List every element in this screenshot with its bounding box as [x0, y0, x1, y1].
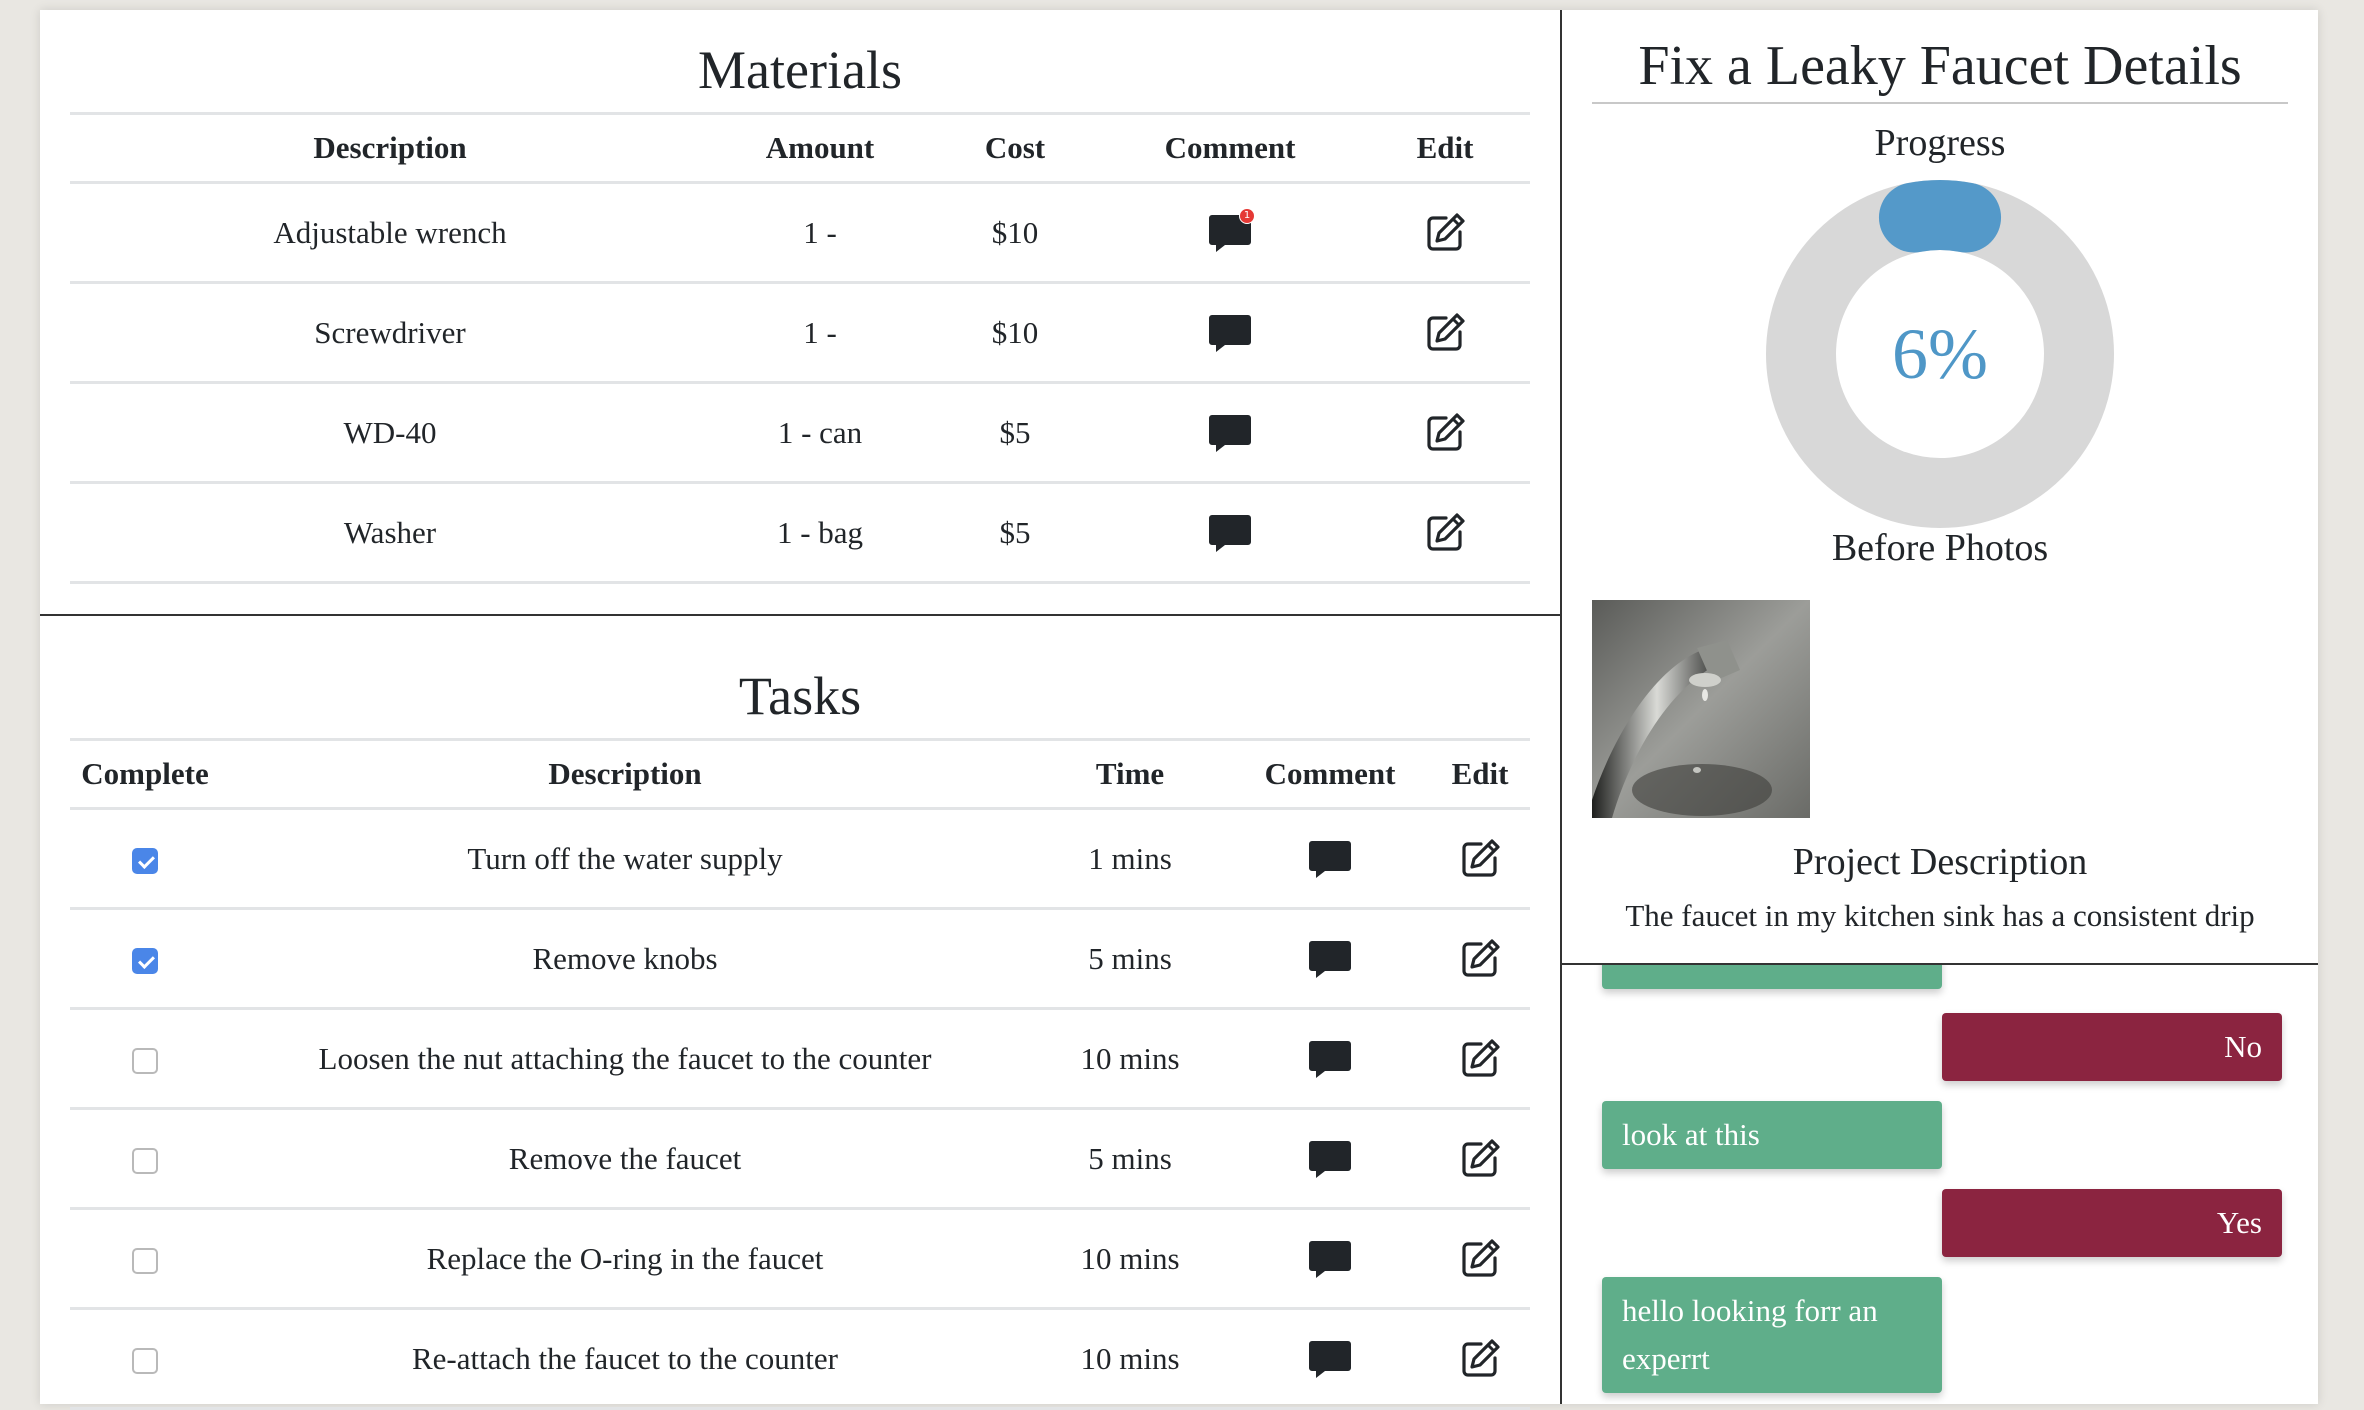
material-cost: $5 [930, 482, 1100, 584]
tasks-header-time: Time [1030, 741, 1230, 810]
edit-icon[interactable] [1424, 312, 1466, 354]
materials-header-description: Description [70, 115, 710, 184]
material-row: WD-40 1 - can $5 [70, 382, 1530, 484]
materials-header-amount: Amount [710, 115, 930, 184]
tasks-title: Tasks [738, 666, 862, 726]
before-photos-heading: Before Photos [1831, 527, 2049, 569]
left-column: Materials Description Amount Cost Commen… [40, 10, 1562, 1410]
tasks-header-description: Description [220, 741, 1030, 810]
task-row: Re-attach the faucet to the counter 10 m… [70, 1308, 1530, 1410]
material-amount: 1 - [710, 182, 930, 284]
material-cost: $10 [930, 182, 1100, 284]
task-description: Turn off the water supply [220, 808, 1030, 910]
task-complete-checkbox[interactable] [132, 1348, 158, 1375]
material-row: Washer 1 - bag $5 [70, 482, 1530, 584]
material-cost: $10 [930, 282, 1100, 384]
task-complete-checkbox[interactable] [132, 1048, 158, 1075]
comment-icon[interactable] [1307, 1136, 1353, 1182]
edit-icon[interactable] [1459, 1138, 1501, 1180]
task-row: Replace the O-ring in the faucet 10 mins [70, 1208, 1530, 1310]
comment-icon[interactable] [1207, 510, 1253, 556]
edit-icon[interactable] [1459, 1038, 1501, 1080]
task-time: 1 mins [1030, 808, 1230, 910]
materials-header-comment: Comment [1100, 115, 1360, 184]
faucet-photo-image [1592, 600, 1810, 818]
task-description: Remove the faucet [220, 1108, 1030, 1210]
project-card: Materials Description Amount Cost Commen… [40, 10, 2318, 1410]
tasks-header-complete: Complete [70, 741, 220, 810]
chat-messages-panel[interactable]: No look at this Yes hello looking forr a… [1562, 963, 2318, 1406]
tasks-header-comment: Comment [1230, 741, 1430, 810]
task-time: 5 mins [1030, 908, 1230, 1010]
materials-title: Materials [698, 40, 902, 100]
chat-message: No [1942, 1013, 2282, 1081]
task-time: 10 mins [1030, 1008, 1230, 1110]
before-photo-thumbnail[interactable] [1592, 600, 1810, 818]
task-description: Re-attach the faucet to the counter [220, 1308, 1030, 1410]
task-row: Loosen the nut attaching the faucet to t… [70, 1008, 1530, 1110]
task-time: 5 mins [1030, 1108, 1230, 1210]
material-row: Adjustable wrench 1 - $10 1 [70, 182, 1530, 284]
comment-icon[interactable] [1307, 836, 1353, 882]
project-details-title: Fix a Leaky Faucet Details [1638, 35, 2242, 97]
task-row: Remove knobs 5 mins [70, 908, 1530, 1010]
comment-icon[interactable] [1207, 310, 1253, 356]
task-time: 10 mins [1030, 1308, 1230, 1410]
tasks-table: Complete Description Time Comment Edit T… [70, 741, 1530, 1410]
comment-icon[interactable] [1207, 410, 1253, 456]
material-amount: 1 - bag [710, 482, 930, 584]
edit-icon[interactable] [1424, 412, 1466, 454]
comment-icon[interactable] [1307, 1236, 1353, 1282]
material-amount: 1 - can [710, 382, 930, 484]
tasks-header-row: Complete Description Time Comment Edit [70, 741, 1530, 810]
task-description: Replace the O-ring in the faucet [220, 1208, 1030, 1310]
chat-message: Yes [1942, 1189, 2282, 1257]
details-column: Fix a Leaky Faucet Details Progress 6% B… [1562, 10, 2318, 1404]
chat-message: hello looking forr an experrt [1602, 1277, 1942, 1393]
task-complete-checkbox[interactable] [132, 848, 158, 875]
material-amount: 1 - [710, 282, 930, 384]
materials-header-row: Description Amount Cost Comment Edit [70, 115, 1530, 184]
task-description: Loosen the nut attaching the faucet to t… [220, 1008, 1030, 1110]
task-row: Turn off the water supply 1 mins [70, 808, 1530, 910]
task-complete-checkbox[interactable] [132, 1248, 158, 1275]
comment-notification-badge: 1 [1239, 207, 1255, 224]
materials-header-edit: Edit [1360, 115, 1530, 184]
chat-message: look at this [1602, 1101, 1942, 1169]
comment-icon[interactable] [1307, 1036, 1353, 1082]
edit-icon[interactable] [1459, 1338, 1501, 1380]
edit-icon[interactable] [1424, 212, 1466, 254]
progress-heading: Progress [1874, 122, 2006, 164]
project-description-text: The faucet in my kitchen sink has a cons… [1625, 898, 2255, 933]
materials-header-cost: Cost [930, 115, 1100, 184]
comment-icon[interactable] [1307, 936, 1353, 982]
edit-icon[interactable] [1459, 838, 1501, 880]
edit-icon[interactable] [1459, 938, 1501, 980]
task-complete-checkbox[interactable] [132, 1148, 158, 1175]
comment-icon[interactable]: 1 [1207, 207, 1255, 256]
materials-section: Materials Description Amount Cost Commen… [40, 10, 1560, 616]
task-row: Remove the faucet 5 mins [70, 1108, 1530, 1210]
progress-donut: 6% [1760, 174, 2120, 534]
materials-table: Description Amount Cost Comment Edit Adj… [70, 115, 1530, 584]
tasks-section: Tasks Complete Description Time Comment … [40, 616, 1560, 1410]
material-cost: $5 [930, 382, 1100, 484]
task-description: Remove knobs [220, 908, 1030, 1010]
material-description: WD-40 [70, 382, 710, 484]
task-time: 10 mins [1030, 1208, 1230, 1310]
material-description: Adjustable wrench [70, 182, 710, 284]
task-complete-checkbox[interactable] [132, 948, 158, 975]
details-title-divider [1592, 102, 2288, 104]
progress-percentage: 6% [1892, 314, 1988, 394]
edit-icon[interactable] [1459, 1238, 1501, 1280]
comment-icon[interactable] [1307, 1336, 1353, 1382]
material-description: Washer [70, 482, 710, 584]
edit-icon[interactable] [1424, 512, 1466, 554]
material-row: Screwdriver 1 - $10 [70, 282, 1530, 384]
project-description-heading: Project Description [1792, 841, 2088, 883]
material-description: Screwdriver [70, 282, 710, 384]
chat-message [1602, 965, 1942, 989]
tasks-header-edit: Edit [1430, 741, 1530, 810]
